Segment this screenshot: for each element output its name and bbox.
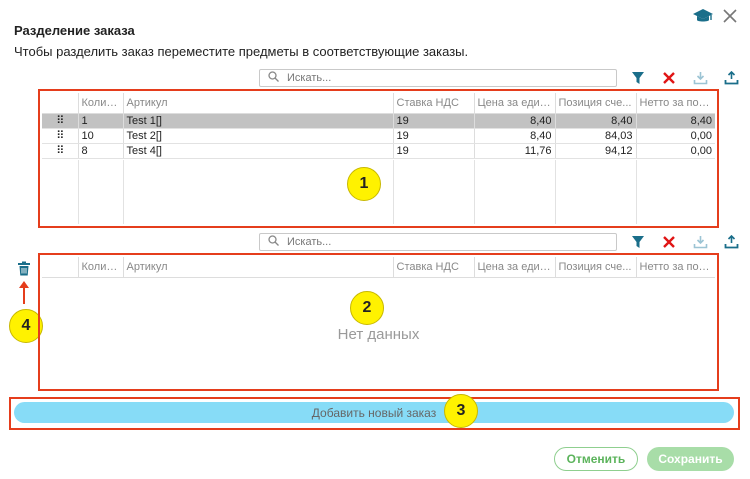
column-header-price[interactable]: Цена за един... <box>473 257 555 278</box>
table-row[interactable]: ⠿ 1 Test 1[] 19 8,40 8,40 8,40 <box>42 113 715 129</box>
cell-qty: 8 <box>77 143 123 159</box>
grid-top-highlight: Колич... Артикул Ставка НДС Цена за един… <box>38 89 719 228</box>
cell-article: Test 2[] <box>122 128 393 144</box>
drag-handle-icon[interactable]: ⠿ <box>42 143 78 159</box>
arrow-up-icon <box>18 280 30 309</box>
column-header-qty[interactable]: Колич... <box>77 257 123 278</box>
cell-position: 84,03 <box>554 128 636 144</box>
drag-handle-icon[interactable]: ⠿ <box>42 113 78 129</box>
grid-bottom-table: Колич... Артикул Ставка НДС Цена за един… <box>42 257 715 278</box>
search-icon <box>268 69 279 87</box>
cell-position: 8,40 <box>554 113 636 129</box>
drag-column-header <box>42 93 78 114</box>
cell-vat: 19 <box>392 143 474 159</box>
export-icon[interactable] <box>721 69 741 87</box>
cell-qty: 1 <box>77 113 123 129</box>
grid-header-row: Колич... Артикул Ставка НДС Цена за един… <box>42 257 715 278</box>
toolbar-top <box>259 69 741 87</box>
import-icon[interactable] <box>690 69 710 87</box>
column-header-vat[interactable]: Ставка НДС <box>392 257 474 278</box>
column-header-position[interactable]: Позиция сче... <box>554 93 636 114</box>
column-header-vat[interactable]: Ставка НДС <box>392 93 474 114</box>
search-icon <box>268 233 279 251</box>
drag-handle-icon[interactable]: ⠿ <box>42 128 78 144</box>
drag-column-header <box>42 257 78 278</box>
header-icons <box>692 7 738 30</box>
table-row[interactable]: ⠿ 8 Test 4[] 19 11,76 94,12 0,00 <box>42 143 715 159</box>
column-header-article[interactable]: Артикул <box>122 93 393 114</box>
cell-net: 8,40 <box>635 113 715 129</box>
cell-net: 0,00 <box>635 143 715 159</box>
add-new-order-button[interactable]: Добавить новый заказ <box>14 402 734 423</box>
table-row[interactable]: ⠿ 10 Test 2[] 19 8,40 84,03 0,00 <box>42 128 715 144</box>
save-button[interactable]: Сохранить <box>647 447 734 471</box>
export-icon[interactable] <box>721 233 741 251</box>
import-icon[interactable] <box>690 233 710 251</box>
cancel-button[interactable]: Отменить <box>554 447 638 471</box>
cell-position: 94,12 <box>554 143 636 159</box>
dialog-subtitle: Чтобы разделить заказ переместите предме… <box>14 44 469 59</box>
column-header-qty[interactable]: Колич... <box>77 93 123 114</box>
search-input-bottom[interactable] <box>287 236 587 248</box>
cell-qty: 10 <box>77 128 123 144</box>
filter-icon[interactable] <box>628 69 648 87</box>
column-header-position[interactable]: Позиция сче... <box>554 257 636 278</box>
toolbar-bottom <box>259 233 741 251</box>
graduation-cap-icon[interactable] <box>692 7 714 30</box>
empty-state-text: Нет данных <box>337 326 420 343</box>
order-grid-bottom: Колич... Артикул Ставка НДС Цена за един… <box>42 257 715 387</box>
search-box-top[interactable] <box>259 69 617 87</box>
search-box-bottom[interactable] <box>259 233 617 251</box>
clear-filter-icon[interactable] <box>659 233 679 251</box>
search-input-top[interactable] <box>287 72 587 84</box>
grid-bottom-highlight: Колич... Артикул Ставка НДС Цена за един… <box>38 253 719 391</box>
close-icon[interactable] <box>722 8 738 29</box>
dialog-title: Разделение заказа <box>14 23 135 38</box>
cell-vat: 19 <box>392 113 474 129</box>
column-header-net[interactable]: Нетто за поз... <box>635 93 715 114</box>
annotation-badge-3: 3 <box>444 394 478 428</box>
cell-vat: 19 <box>392 128 474 144</box>
column-header-net[interactable]: Нетто за поз... <box>635 257 715 278</box>
column-header-article[interactable]: Артикул <box>122 257 393 278</box>
cell-net: 0,00 <box>635 128 715 144</box>
annotation-badge-2: 2 <box>350 291 384 325</box>
column-header-price[interactable]: Цена за един... <box>473 93 555 114</box>
cell-article: Test 1[] <box>122 113 393 129</box>
annotation-badge-1: 1 <box>347 167 381 201</box>
cell-article: Test 4[] <box>122 143 393 159</box>
order-grid-top: Колич... Артикул Ставка НДС Цена за един… <box>42 93 715 224</box>
cell-price: 8,40 <box>473 113 555 129</box>
grid-header-row: Колич... Артикул Ставка НДС Цена за един… <box>42 93 715 114</box>
cell-price: 8,40 <box>473 128 555 144</box>
trash-icon[interactable] <box>17 261 31 281</box>
clear-filter-icon[interactable] <box>659 69 679 87</box>
cell-price: 11,76 <box>473 143 555 159</box>
filter-icon[interactable] <box>628 233 648 251</box>
grid-top-table: Колич... Артикул Ставка НДС Цена за един… <box>42 93 715 159</box>
